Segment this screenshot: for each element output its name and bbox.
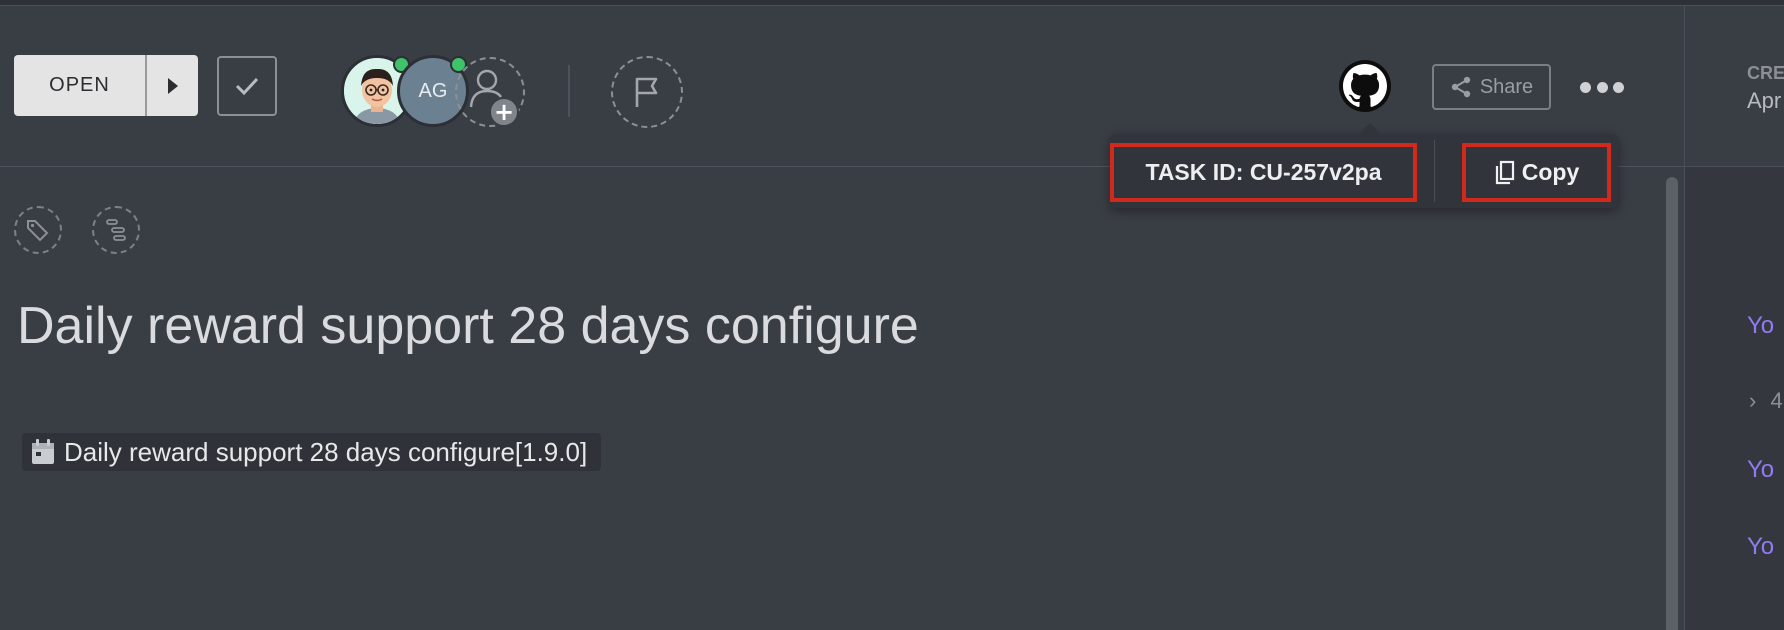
- status-button[interactable]: OPEN: [14, 55, 198, 116]
- popover-notch: [1358, 123, 1382, 135]
- copy-icon: [1495, 160, 1514, 184]
- avatar-initials: AG: [418, 79, 448, 102]
- task-id-label: TASK ID: CU-257v2pa: [1110, 143, 1417, 202]
- more-options-button[interactable]: [1580, 76, 1624, 98]
- copy-task-id-button[interactable]: Copy: [1462, 143, 1611, 202]
- share-button[interactable]: Share: [1432, 64, 1551, 110]
- checkmark-icon: [235, 77, 259, 96]
- created-label: CRE: [1747, 63, 1784, 83]
- more-icon-dot: [1580, 81, 1591, 93]
- flag-icon: [635, 77, 658, 107]
- chevron-right-icon: [167, 77, 178, 94]
- priority-flag-button[interactable]: [611, 56, 683, 128]
- more-icon-dot: [1596, 81, 1608, 93]
- release-chip[interactable]: Daily reward support 28 days configure[1…: [22, 433, 602, 471]
- status-label: OPEN: [49, 74, 110, 96]
- plus-icon: +: [489, 97, 519, 127]
- activity-panel-header: [1685, 6, 1784, 167]
- github-button[interactable]: [1339, 60, 1391, 112]
- add-tag-button[interactable]: [14, 206, 62, 254]
- task-main: OPEN AG + Share TASK ID: CU-257v2pa Copy…: [0, 6, 1684, 630]
- activity-expander[interactable]: › 4: [1749, 388, 1783, 414]
- header-divider: [568, 65, 570, 117]
- release-chip-label: Daily reward support 28 days configure[1…: [64, 436, 588, 467]
- more-icon-dot: [1613, 81, 1624, 93]
- activity-panel: CRE Apr Yo › 4 Yo Yo: [1684, 6, 1784, 630]
- subtask-icon: [106, 219, 126, 241]
- activity-item[interactable]: Yo: [1747, 533, 1774, 561]
- subtask-button[interactable]: [92, 206, 140, 254]
- add-assignee-button[interactable]: +: [455, 57, 525, 127]
- collapsed-count: 4: [1770, 388, 1783, 413]
- activity-item[interactable]: Yo: [1747, 312, 1774, 340]
- tag-icon: [27, 220, 49, 242]
- calendar-icon: [32, 439, 54, 464]
- task-title[interactable]: Daily reward support 28 days configure: [17, 296, 919, 356]
- github-icon: [1343, 64, 1387, 107]
- content-scrollbar[interactable]: [1666, 177, 1678, 630]
- task-id-popover: TASK ID: CU-257v2pa Copy: [1110, 123, 1618, 208]
- copy-label: Copy: [1521, 159, 1580, 185]
- popover-divider: [1434, 140, 1435, 202]
- created-date: Apr: [1747, 88, 1782, 113]
- status-next-button[interactable]: [147, 55, 198, 116]
- share-label: Share: [1479, 75, 1534, 98]
- mark-complete-button[interactable]: [217, 56, 277, 116]
- chevron-right-icon: ›: [1749, 388, 1757, 413]
- activity-item[interactable]: Yo: [1747, 456, 1774, 484]
- share-icon: [1451, 76, 1471, 98]
